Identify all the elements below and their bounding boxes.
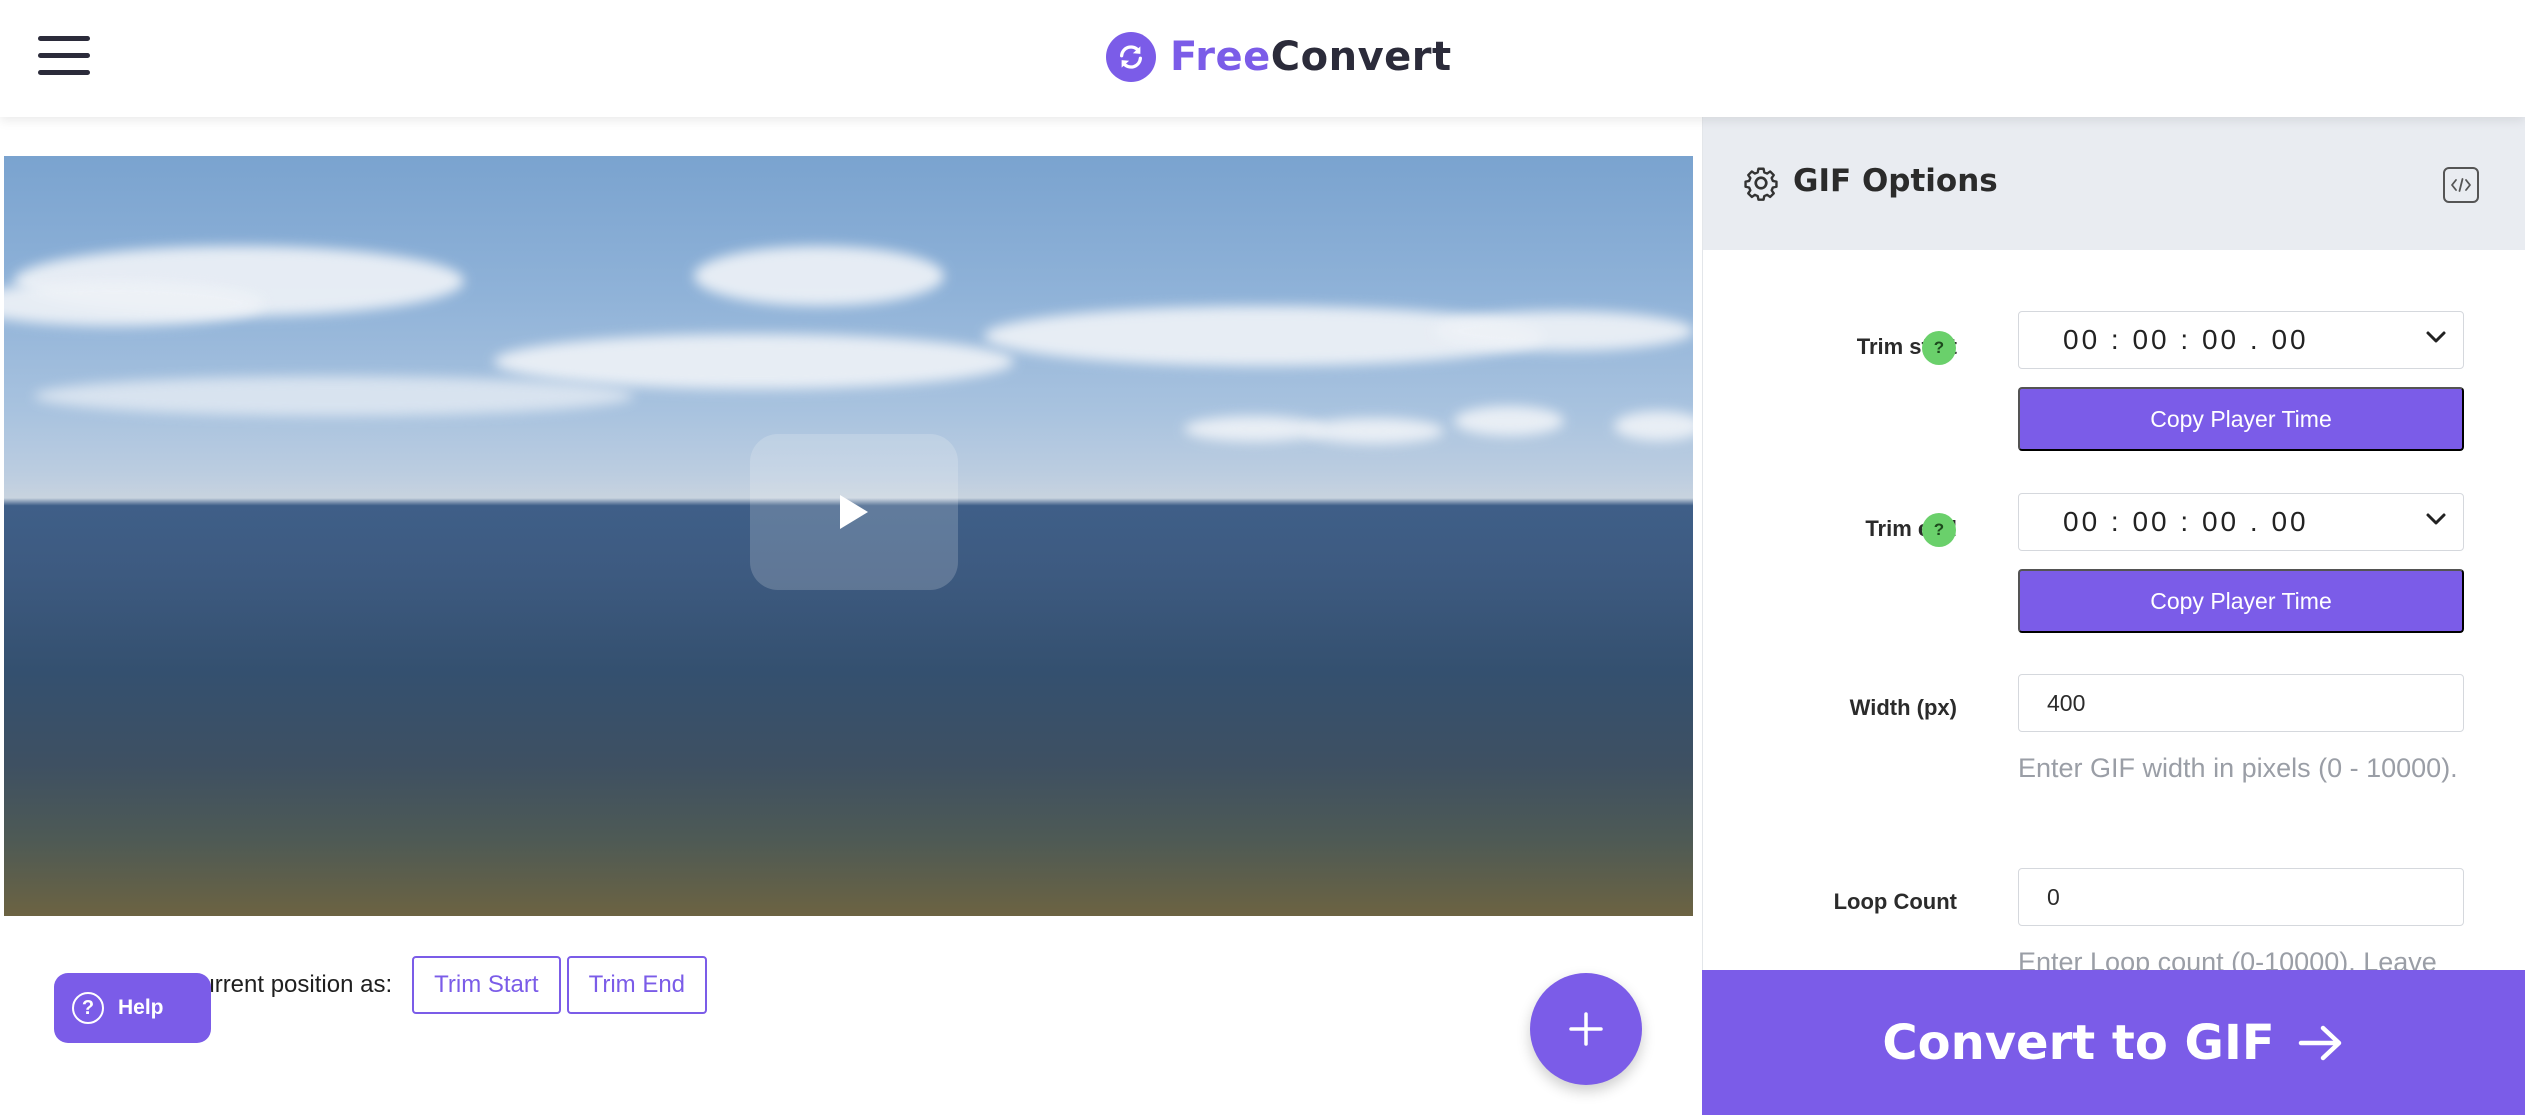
trim-position-row: Use current position as: Trim Start Trim… <box>140 956 713 1014</box>
gear-icon <box>1744 167 1778 201</box>
add-file-button[interactable] <box>1530 973 1642 1085</box>
help-label: Help <box>118 996 164 1019</box>
help-button[interactable]: ? Help <box>54 973 211 1043</box>
trim-end-help-icon[interactable]: ? <box>1922 513 1956 547</box>
trim-end-button[interactable]: Trim End <box>566 956 708 1014</box>
logo[interactable]: FreeConvert <box>1106 30 1452 84</box>
embed-code-icon[interactable] <box>2443 167 2479 203</box>
loop-count-label: Loop Count <box>1833 889 1957 914</box>
hamburger-icon[interactable] <box>38 36 90 76</box>
trim-start-select[interactable]: 00 : 00 : 00 . 00 <box>2018 311 2464 369</box>
trim-start-button[interactable]: Trim Start <box>412 956 561 1014</box>
top-header: FreeConvert <box>0 0 2525 117</box>
trim-start-help-icon[interactable]: ? <box>1922 331 1956 365</box>
help-icon: ? <box>72 992 104 1024</box>
logo-refresh-icon <box>1106 32 1156 82</box>
trim-start-copy-button[interactable]: Copy Player Time <box>2018 387 2464 451</box>
arrow-right-icon <box>2298 1025 2341 1060</box>
logo-text-free: Free <box>1170 34 1271 80</box>
convert-button[interactable]: Convert to GIF <box>1702 970 2525 1115</box>
width-label: Width (px) <box>1849 695 1957 720</box>
trim-end-select[interactable]: 00 : 00 : 00 . 00 <box>2018 493 2464 551</box>
chevron-down-icon <box>2426 513 2446 525</box>
width-input[interactable] <box>2018 674 2464 732</box>
video-player[interactable] <box>4 156 1693 916</box>
panel-title: GIF Options <box>1793 163 1998 199</box>
trim-end-value: 00 : 00 : 00 . 00 <box>2063 506 2309 537</box>
play-icon <box>840 495 868 529</box>
plus-icon <box>1569 1012 1603 1046</box>
convert-label: Convert to GIF <box>1882 1014 2275 1071</box>
gif-options-panel: GIF Options Trim start ? 00 : 00 : 00 . … <box>1702 117 2525 1115</box>
width-hint: Enter GIF width in pixels (0 - 10000). <box>2018 753 2458 783</box>
loop-count-input[interactable] <box>2018 868 2464 926</box>
chevron-down-icon <box>2426 331 2446 343</box>
trim-start-value: 00 : 00 : 00 . 00 <box>2063 324 2309 355</box>
panel-header: GIF Options <box>1703 117 2525 250</box>
logo-text-convert: Convert <box>1270 34 1452 80</box>
trim-end-copy-button[interactable]: Copy Player Time <box>2018 569 2464 633</box>
play-button[interactable] <box>750 434 958 590</box>
